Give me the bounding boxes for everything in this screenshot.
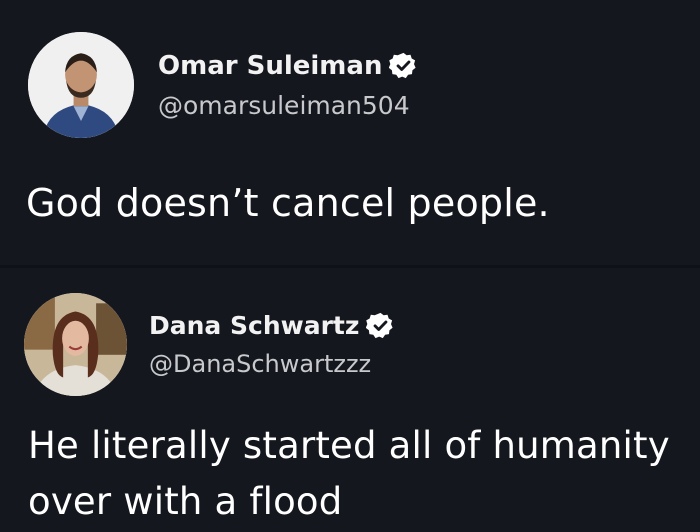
avatar[interactable] <box>24 293 127 396</box>
user-handle[interactable]: @omarsuleiman504 <box>158 91 418 120</box>
tweet-text: God doesn’t cancel people. <box>26 181 550 225</box>
avatar-omar-image <box>28 32 134 138</box>
screenshot-page: Omar Suleiman @omarsuleiman504 God doesn… <box>0 0 700 532</box>
tweet-dana-schwartz[interactable]: Dana Schwartz @DanaSchwartzzz He literal… <box>0 268 700 532</box>
user-handle[interactable]: @DanaSchwartzzz <box>149 350 395 378</box>
name-row: Dana Schwartz <box>149 311 395 340</box>
verified-badge-icon <box>389 51 418 80</box>
user-names: Omar Suleiman @omarsuleiman504 <box>158 51 418 120</box>
avatar[interactable] <box>28 32 134 138</box>
tweet-omar-suleiman[interactable]: Omar Suleiman @omarsuleiman504 God doesn… <box>0 0 700 265</box>
tweet-header: Omar Suleiman @omarsuleiman504 <box>28 32 418 138</box>
tweet-text: He literally started all of humanity ove… <box>28 424 670 523</box>
tweet-header: Dana Schwartz @DanaSchwartzzz <box>24 293 395 396</box>
name-row: Omar Suleiman <box>158 51 418 81</box>
user-names: Dana Schwartz @DanaSchwartzzz <box>149 311 395 378</box>
avatar-dana-image <box>24 293 127 396</box>
display-name[interactable]: Dana Schwartz <box>149 311 359 340</box>
verified-badge-icon <box>366 311 395 340</box>
display-name[interactable]: Omar Suleiman <box>158 51 382 81</box>
